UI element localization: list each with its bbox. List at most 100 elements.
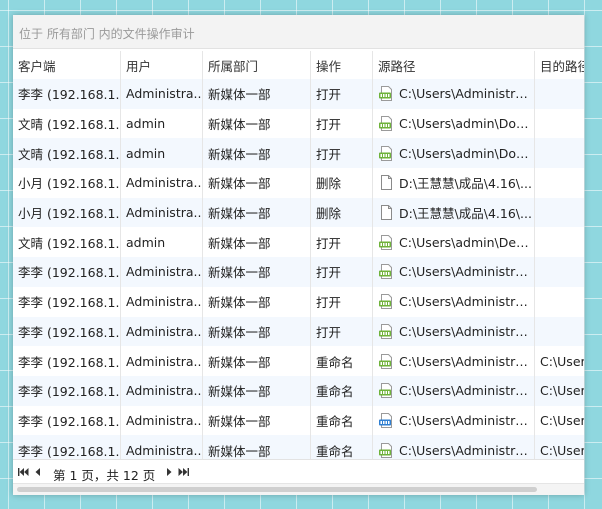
user-cell: admin bbox=[121, 108, 203, 139]
table-row[interactable]: 李李 (192.168.1... Administra... 新媒体一部 打开 … bbox=[13, 79, 584, 109]
client-cell: 李李 (192.168.1... bbox=[13, 286, 121, 317]
client-cell: 李李 (192.168.1... bbox=[13, 405, 121, 436]
column-header-source-path[interactable]: 源路径 bbox=[373, 51, 535, 79]
table-header: 客户端 用户 所属部门 操作 源路径 目的路径 bbox=[13, 51, 584, 79]
source-path-text: C:\Users\admin\Dow... bbox=[399, 145, 534, 161]
source-path-text: C:\Users\Administrat... bbox=[399, 264, 534, 280]
operation-cell: 打开 bbox=[311, 138, 373, 169]
destination-path-cell bbox=[535, 79, 584, 109]
png-icon bbox=[379, 145, 392, 161]
operation-cell: 打开 bbox=[311, 257, 373, 287]
last-page-icon[interactable] bbox=[178, 466, 190, 478]
department-cell: 新媒体一部 bbox=[203, 138, 311, 169]
department-cell: 新媒体一部 bbox=[203, 168, 311, 198]
destination-path-cell bbox=[535, 198, 584, 228]
png-icon bbox=[379, 442, 392, 458]
destination-path-cell bbox=[535, 317, 584, 347]
operation-cell: 打开 bbox=[311, 79, 373, 109]
png-icon bbox=[379, 383, 392, 399]
user-cell: Administra... bbox=[121, 346, 203, 376]
table-row[interactable]: 小月 (192.168.1... Administra... 新媒体一部 删除 … bbox=[13, 197, 584, 228]
column-header-operation[interactable]: 操作 bbox=[311, 51, 373, 79]
department-cell: 新媒体一部 bbox=[203, 346, 311, 376]
column-header-user[interactable]: 用户 bbox=[121, 51, 203, 79]
operation-cell: 打开 bbox=[311, 227, 373, 258]
table-row[interactable]: 文晴 (192.168.1... admin 新媒体一部 打开 C:\Users… bbox=[13, 108, 584, 139]
department-cell: 新媒体一部 bbox=[203, 197, 311, 228]
source-path-cell: C:\Users\Administrat... bbox=[373, 79, 535, 109]
source-path-text: C:\Users\admin\Des... bbox=[399, 234, 534, 250]
file-audit-panel: 位于 所有部门 内的文件操作审计 客户端 用户 所属部门 操作 源路径 目的路径… bbox=[13, 15, 584, 495]
department-cell: 新媒体一部 bbox=[203, 316, 311, 347]
client-cell: 李李 (192.168.1... bbox=[13, 79, 121, 109]
user-cell: Administra... bbox=[121, 79, 203, 109]
source-path-cell: C:\Users\Administrat... bbox=[373, 405, 535, 436]
png-icon bbox=[379, 353, 392, 369]
table-row[interactable]: 小月 (192.168.1... Administra... 新媒体一部 删除 … bbox=[13, 168, 584, 198]
source-path-text: C:\Users\Administrat... bbox=[399, 86, 534, 102]
client-cell: 小月 (192.168.1... bbox=[13, 197, 121, 228]
client-cell: 文晴 (192.168.1... bbox=[13, 138, 121, 169]
operation-cell: 重命名 bbox=[311, 405, 373, 436]
user-cell: admin bbox=[121, 138, 203, 169]
department-cell: 新媒体一部 bbox=[203, 375, 311, 406]
column-header-destination-path[interactable]: 目的路径 bbox=[535, 51, 584, 79]
blank-file-icon bbox=[381, 175, 392, 191]
audit-table: 客户端 用户 所属部门 操作 源路径 目的路径 李李 (192.168.1...… bbox=[13, 51, 584, 465]
source-path-text: C:\Users\admin\Dow... bbox=[399, 116, 534, 132]
destination-path-cell bbox=[535, 138, 584, 168]
png-icon bbox=[379, 264, 392, 280]
table-row[interactable]: 李李 (192.168.1... Administra... 新媒体一部 打开 … bbox=[13, 316, 584, 347]
department-cell: 新媒体一部 bbox=[203, 257, 311, 287]
png-icon bbox=[379, 86, 392, 102]
destination-path-text: C:\User bbox=[540, 442, 584, 458]
table-row[interactable]: 文晴 (192.168.1... admin 新媒体一部 打开 C:\Users… bbox=[13, 138, 584, 169]
operation-cell: 删除 bbox=[311, 168, 373, 198]
table-row[interactable]: 李李 (192.168.1... Administra... 新媒体一部 打开 … bbox=[13, 286, 584, 317]
jpg-icon bbox=[379, 412, 392, 428]
department-cell: 新媒体一部 bbox=[203, 405, 311, 436]
table-row[interactable]: 文晴 (192.168.1... admin 新媒体一部 打开 C:\Users… bbox=[13, 227, 584, 258]
prev-page-icon[interactable] bbox=[32, 466, 44, 478]
source-path-text: C:\Users\Administrat... bbox=[399, 323, 534, 339]
first-page-icon[interactable] bbox=[17, 466, 29, 478]
png-icon bbox=[379, 116, 392, 132]
user-cell: Administra... bbox=[121, 286, 203, 317]
user-cell: Administra... bbox=[121, 168, 203, 198]
scrollbar-thumb[interactable] bbox=[17, 487, 537, 492]
user-cell: Administra... bbox=[121, 197, 203, 228]
source-path-cell: C:\Users\Administrat... bbox=[373, 375, 535, 406]
table-row[interactable]: 李李 (192.168.1... Administra... 新媒体一部 重命名… bbox=[13, 405, 584, 436]
client-cell: 小月 (192.168.1... bbox=[13, 168, 121, 198]
user-cell: Administra... bbox=[121, 375, 203, 406]
table-row[interactable]: 李李 (192.168.1... Administra... 新媒体一部 重命名… bbox=[13, 346, 584, 376]
source-path-cell: C:\Users\Administrat... bbox=[373, 316, 535, 347]
table-row[interactable]: 李李 (192.168.1... Administra... 新媒体一部 打开 … bbox=[13, 257, 584, 287]
audit-caption-bar: 位于 所有部门 内的文件操作审计 bbox=[13, 15, 584, 49]
department-cell: 新媒体一部 bbox=[203, 227, 311, 258]
next-page-icon[interactable] bbox=[163, 466, 175, 478]
destination-path-text: C:\User bbox=[540, 412, 584, 428]
png-icon bbox=[379, 323, 392, 339]
table-row[interactable]: 李李 (192.168.1... Administra... 新媒体一部 重命名… bbox=[13, 375, 584, 406]
source-path-cell: C:\Users\admin\Dow... bbox=[373, 138, 535, 169]
destination-path-cell: C:\User bbox=[535, 346, 584, 376]
source-path-cell: C:\Users\Administrat... bbox=[373, 286, 535, 317]
source-path-text: D:\王慧慧\成品\4.16\... bbox=[399, 206, 532, 222]
user-cell: Administra... bbox=[121, 257, 203, 287]
blank-file-icon bbox=[381, 205, 392, 221]
column-header-department[interactable]: 所属部门 bbox=[203, 51, 311, 79]
source-path-cell: C:\Users\admin\Des... bbox=[373, 227, 535, 258]
column-header-client[interactable]: 客户端 bbox=[13, 51, 121, 79]
destination-path-text: C:\User bbox=[540, 353, 584, 369]
horizontal-scrollbar[interactable] bbox=[13, 483, 584, 495]
table-body: 李李 (192.168.1... Administra... 新媒体一部 打开 … bbox=[13, 79, 584, 465]
client-cell: 李李 (192.168.1... bbox=[13, 257, 121, 287]
source-path-text: C:\Users\Administrat... bbox=[399, 442, 534, 458]
source-path-text: C:\Users\Administrat... bbox=[399, 383, 534, 399]
source-path-text: C:\Users\Administrat... bbox=[399, 294, 534, 310]
client-cell: 文晴 (192.168.1... bbox=[13, 108, 121, 139]
png-icon bbox=[379, 294, 392, 310]
operation-cell: 打开 bbox=[311, 286, 373, 317]
audit-caption: 位于 所有部门 内的文件操作审计 bbox=[19, 27, 195, 41]
